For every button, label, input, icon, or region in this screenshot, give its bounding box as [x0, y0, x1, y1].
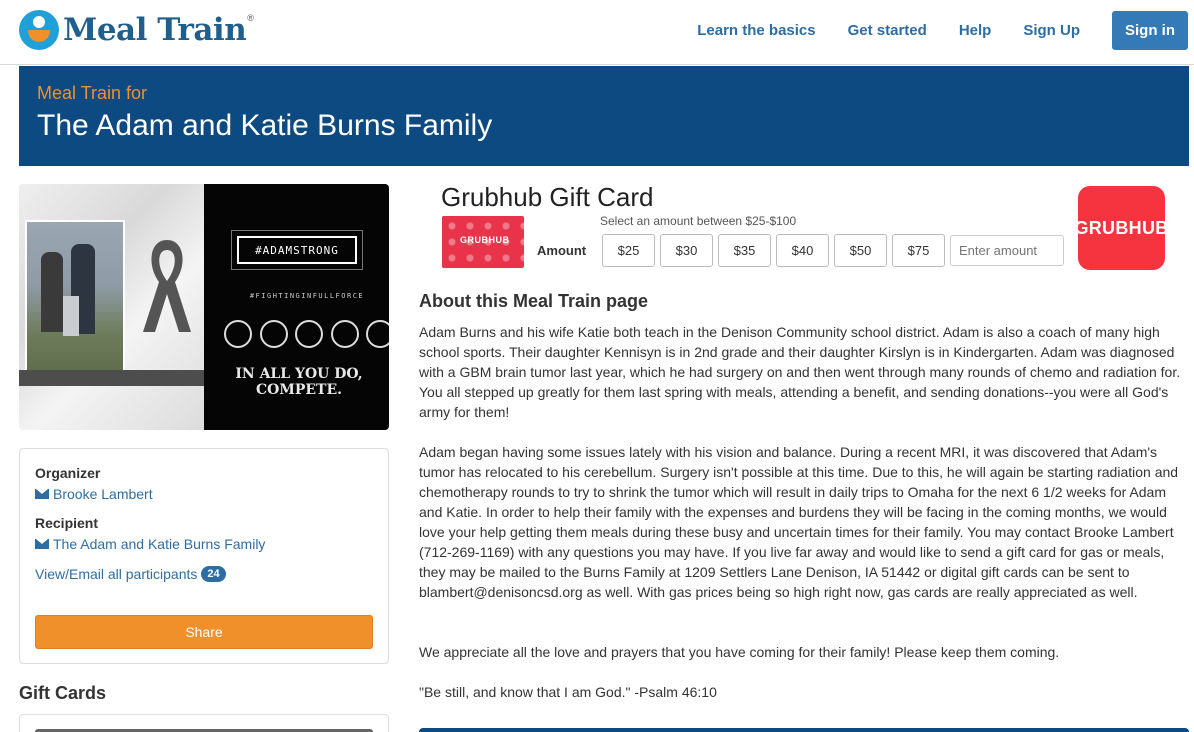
amount-75-button[interactable]: $75	[892, 234, 945, 267]
photo-strip	[19, 370, 204, 386]
page-title: The Adam and Katie Burns Family	[37, 109, 493, 142]
sign-in-button[interactable]: Sign in	[1112, 11, 1188, 50]
gift-cards-box	[19, 714, 389, 732]
amount-35-button[interactable]: $35	[718, 234, 771, 267]
gift-cards-heading: Gift Cards	[19, 683, 107, 703]
about-paragraph-2: Adam began having some issues lately wit…	[419, 444, 1179, 600]
main-nav: Learn the basics Get started Help Sign U…	[697, 11, 1188, 50]
grubhub-logo: GRUBHUB	[1074, 186, 1168, 270]
meal-train-logo[interactable]: Meal Train ®	[19, 10, 254, 50]
recipient-link[interactable]: The Adam and Katie Burns Family	[35, 536, 265, 552]
share-button[interactable]: Share	[35, 615, 373, 649]
nav-sign-up[interactable]: Sign Up	[1023, 22, 1080, 39]
organizer-link[interactable]: Brooke Lambert	[35, 486, 153, 502]
nav-learn-basics[interactable]: Learn the basics	[697, 22, 815, 39]
custom-amount-input[interactable]	[950, 235, 1064, 266]
math-icon	[224, 320, 252, 348]
about-heading: About this Meal Train page	[419, 291, 649, 311]
baseball-icon	[366, 320, 389, 348]
card-text: GRUBHUB	[460, 235, 510, 245]
about-paragraph-4: "Be still, and know that I am God." -Psa…	[419, 684, 717, 700]
amount-30-button[interactable]: $30	[660, 234, 713, 267]
participants-label: View/Email all participants	[35, 566, 198, 582]
family-photo	[25, 220, 125, 386]
fighting-tagline: #FIGHTINGINFULLFORCE	[249, 292, 365, 300]
calendar-header-bar	[419, 728, 1189, 732]
recipient-label: Recipient	[35, 515, 99, 531]
organizer-label: Organizer	[35, 465, 101, 481]
amount-label: Amount	[537, 243, 587, 258]
amount-40-button[interactable]: $40	[776, 234, 829, 267]
basketball-icon	[295, 320, 323, 348]
meal-train-photo: #ADAMSTRONG #FIGHTINGINFULLFORCE IN ALL …	[19, 184, 389, 430]
golf-icon	[330, 320, 359, 348]
amount-hint: Select an amount between $25-$100	[600, 214, 797, 228]
nav-help[interactable]: Help	[959, 22, 992, 39]
meal-train-logo-icon	[19, 10, 59, 50]
motto-text: IN ALL YOU DO, COMPETE.	[235, 366, 363, 398]
organizer-card: Organizer Brooke Lambert Recipient The A…	[19, 448, 389, 664]
envelope-icon	[35, 539, 49, 549]
page-banner: Meal Train for The Adam and Katie Burns …	[19, 66, 1189, 166]
amount-50-button[interactable]: $50	[834, 234, 887, 267]
envelope-icon	[35, 489, 49, 499]
recipient-name: The Adam and Katie Burns Family	[53, 536, 266, 552]
football-icon	[259, 320, 288, 348]
sports-icons	[224, 320, 389, 348]
nav-get-started[interactable]: Get started	[848, 22, 927, 39]
awareness-ribbon-icon	[143, 240, 191, 332]
about-paragraph-3: We appreciate all the love and prayers t…	[419, 644, 1060, 660]
top-navbar: Meal Train ® Learn the basics Get starte…	[0, 0, 1194, 65]
banner-pretitle: Meal Train for	[37, 83, 148, 103]
adamstrong-tag: #ADAMSTRONG	[237, 236, 357, 264]
grubhub-card-image: GRUBHUB	[442, 216, 524, 268]
participants-count-badge: 24	[201, 566, 226, 582]
participants-link[interactable]: View/Email all participants 24	[35, 566, 226, 582]
about-paragraph-1: Adam Burns and his wife Katie both teach…	[419, 324, 1181, 420]
gift-card-title: Grubhub Gift Card	[441, 182, 654, 212]
organizer-name: Brooke Lambert	[53, 486, 153, 502]
amount-25-button[interactable]: $25	[602, 234, 655, 267]
registered-mark: ®	[247, 13, 254, 23]
logo-text: Meal Train	[63, 12, 247, 48]
